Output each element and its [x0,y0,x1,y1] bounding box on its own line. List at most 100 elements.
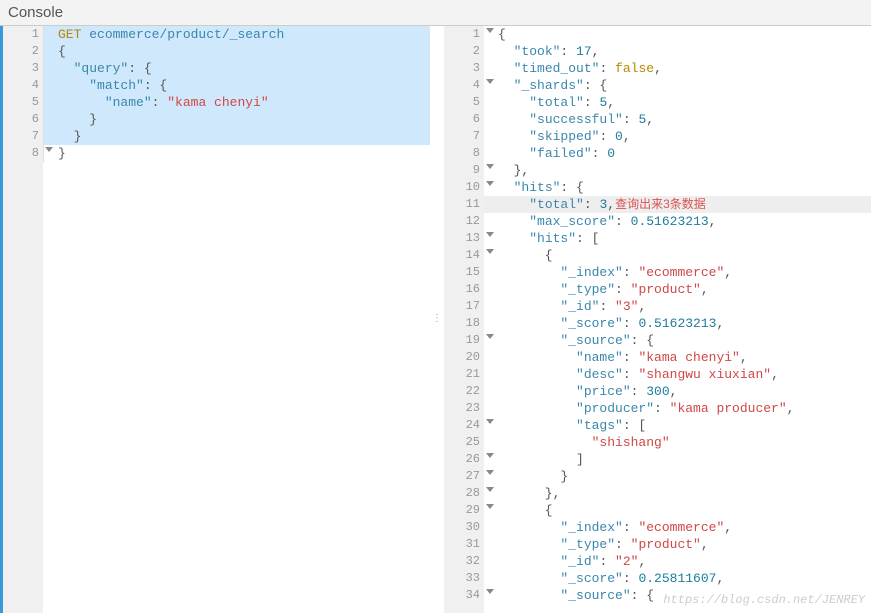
response-viewer[interactable]: { "took": 17, "timed_out": false, "_shar… [484,26,871,613]
code-line[interactable]: "_index": "ecommerce", [484,264,871,281]
code-token [498,333,560,348]
code-token: , [724,265,732,280]
code-line[interactable]: "desc": "shangwu xiuxian", [484,366,871,383]
code-token: "desc" [576,367,623,382]
code-token [498,61,514,76]
code-token: 0.51623213 [631,214,709,229]
gutter-line: 2 [3,43,43,60]
code-token: "match" [89,78,144,93]
code-token [498,197,529,212]
code-line[interactable]: "skipped": 0, [484,128,871,145]
gutter-line: 16 [444,281,484,298]
code-line[interactable]: "tags": [ [484,417,871,434]
code-line[interactable]: { [484,247,871,264]
code-line[interactable]: } [43,145,430,162]
code-line[interactable]: "_type": "product", [484,281,871,298]
code-token: "failed" [529,146,591,161]
code-line[interactable]: "_score": 0.25811607, [484,570,871,587]
code-line[interactable]: { [43,43,430,60]
code-line[interactable]: "timed_out": false, [484,60,871,77]
code-line[interactable]: "_id": "3", [484,298,871,315]
code-token: : [654,401,670,416]
code-token [58,61,74,76]
code-line[interactable]: "match": { [43,77,430,94]
code-token: 17 [576,44,592,59]
code-line[interactable]: "price": 300, [484,383,871,400]
request-pane: 12345678 🔧 GET ecommerce/product/_search… [0,26,430,613]
code-token: : [ [576,231,599,246]
code-token [498,180,514,195]
code-line[interactable]: "total": 3,查询出来3条数据 [484,196,871,213]
code-line[interactable]: { [484,502,871,519]
code-line[interactable]: }, [484,485,871,502]
gutter-line: 5 [3,94,43,111]
code-line[interactable]: } [43,111,430,128]
code-line[interactable]: "_source": { [484,587,871,604]
code-line[interactable]: "name": "kama chenyi" [43,94,430,111]
annotation: 查询出来3条数据 [615,197,706,211]
code-line[interactable]: "_source": { [484,332,871,349]
code-line[interactable]: "hits": [ [484,230,871,247]
code-token: : [615,282,631,297]
code-token: "_shards" [514,78,584,93]
code-line[interactable]: "_score": 0.51623213, [484,315,871,332]
code-token [58,78,89,93]
code-line[interactable]: "name": "kama chenyi", [484,349,871,366]
code-line[interactable]: "query": { [43,60,430,77]
code-line[interactable]: "took": 17, [484,43,871,60]
code-token: "hits" [514,180,561,195]
code-token: , [638,299,646,314]
code-token: : [623,367,639,382]
code-token: , [740,350,748,365]
code-line[interactable]: "shishang" [484,434,871,451]
code-token: "kama chenyi" [167,95,268,110]
code-token: : { [584,78,607,93]
code-line[interactable]: "max_score": 0.51623213, [484,213,871,230]
gutter-line: 6 [444,111,484,128]
code-token [498,78,514,93]
splitter-handle-icon: ⋮ [432,318,442,322]
code-token: "ecommerce" [638,520,724,535]
code-line[interactable]: "producer": "kama producer", [484,400,871,417]
code-line[interactable]: { [484,26,871,43]
code-line[interactable]: GET ecommerce/product/_search [43,26,430,43]
code-token: "_id" [560,299,599,314]
code-token [498,231,529,246]
code-token: "_type" [560,282,615,297]
gutter-line: 22 [444,383,484,400]
code-token: : [599,554,615,569]
code-line[interactable]: "_shards": { [484,77,871,94]
code-token [498,112,529,127]
code-line[interactable]: } [484,468,871,485]
code-token: : [623,350,639,365]
code-token [498,435,592,450]
pane-splitter[interactable]: ⋮ [430,26,444,613]
code-token [498,265,560,280]
gutter-line: 8 [444,145,484,162]
gutter-line: 3 [444,60,484,77]
code-token: , [709,214,717,229]
code-line[interactable]: "successful": 5, [484,111,871,128]
code-token: "price" [576,384,631,399]
gutter-line: 18 [444,315,484,332]
code-token: "_source" [560,588,630,603]
code-token: : [584,197,600,212]
code-token: 0 [615,129,623,144]
gutter-line: 5 [444,94,484,111]
code-token: : [560,44,576,59]
code-line[interactable]: }, [484,162,871,179]
response-pane: 1234567891011121314151617181920212223242… [444,26,871,613]
request-editor[interactable]: 🔧 GET ecommerce/product/_search{ "query"… [43,26,430,613]
code-line[interactable]: ] [484,451,871,468]
code-line[interactable]: "total": 5, [484,94,871,111]
code-line[interactable]: } [43,128,430,145]
code-line[interactable]: "hits": { [484,179,871,196]
code-token [498,316,560,331]
gutter-line: 6 [3,111,43,128]
code-line[interactable]: "failed": 0 [484,145,871,162]
code-line[interactable]: "_type": "product", [484,536,871,553]
code-line[interactable]: "_index": "ecommerce", [484,519,871,536]
code-token: "3" [615,299,638,314]
code-token [498,282,560,297]
code-line[interactable]: "_id": "2", [484,553,871,570]
